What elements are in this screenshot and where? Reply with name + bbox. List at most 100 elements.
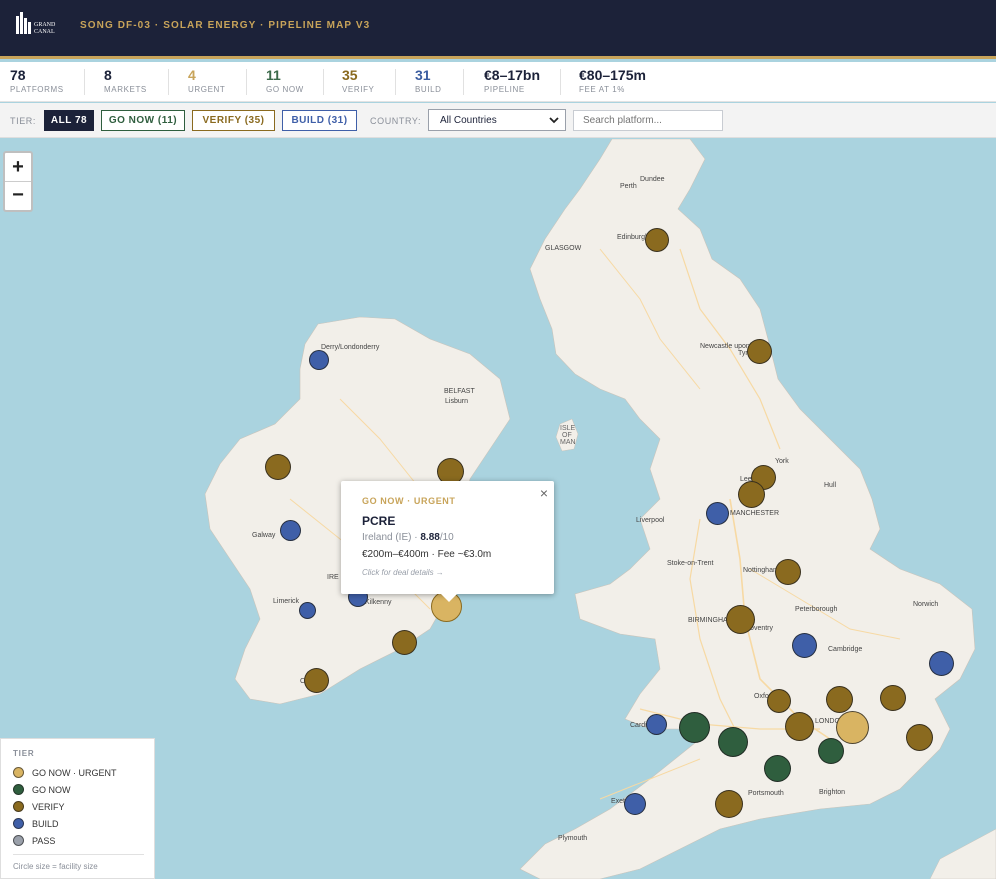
- legend-item-verify: VERIFY: [13, 800, 65, 813]
- platform-marker-build[interactable]: [624, 793, 646, 815]
- filter-go-now-button[interactable]: GO NOW (11): [101, 110, 185, 131]
- stat-value: 4: [188, 67, 196, 83]
- platform-marker-build[interactable]: [792, 633, 817, 658]
- legend-divider: [13, 854, 144, 855]
- platform-marker-build[interactable]: [299, 602, 316, 619]
- popup-platform-name: PCRE: [362, 514, 396, 528]
- legend-dot: [13, 767, 24, 778]
- platform-marker-go-now[interactable]: [818, 738, 844, 764]
- platform-marker-verify[interactable]: [880, 685, 906, 711]
- stat-divider: [463, 69, 464, 95]
- city-label: Brighton: [819, 789, 846, 796]
- legend-dot: [13, 818, 24, 829]
- stat-label: FEE AT 1%: [579, 85, 626, 94]
- platform-marker-build[interactable]: [706, 502, 729, 525]
- city-label: GLASGOW: [545, 245, 582, 252]
- city-label: Nottingham: [743, 567, 779, 574]
- legend-dot: [13, 784, 24, 795]
- legend-label: PASS: [32, 835, 56, 846]
- city-label: Portsmouth: [748, 790, 784, 797]
- stat-platforms: 78 PLATFORMS: [10, 68, 64, 98]
- platform-marker-build[interactable]: [309, 350, 329, 370]
- platform-marker-verify[interactable]: [738, 481, 765, 508]
- legend-label: GO NOW: [32, 784, 71, 795]
- popup-tier: GO NOW · URGENT: [362, 496, 456, 506]
- city-label: OF: [562, 432, 572, 439]
- chevron-down-icon: [548, 113, 560, 127]
- popup-tip: [439, 592, 459, 602]
- platform-marker-build[interactable]: [280, 520, 301, 541]
- city-label: Lisburn: [445, 398, 468, 405]
- stat-value: 78: [10, 67, 26, 83]
- city-label: Kilkenny: [365, 599, 392, 606]
- city-label: Derry/Londonderry: [321, 344, 380, 351]
- platform-marker-verify[interactable]: [747, 339, 772, 364]
- platform-marker-verify[interactable]: [785, 712, 814, 741]
- stat-build: 31 BUILD: [415, 68, 442, 98]
- platform-marker-verify[interactable]: [715, 790, 743, 818]
- platform-marker-verify[interactable]: [265, 454, 291, 480]
- stat-label: MARKETS: [104, 85, 147, 94]
- svg-text:CANAL: CANAL: [34, 29, 55, 35]
- city-label: Peterborough: [795, 606, 838, 613]
- platform-marker-go-now[interactable]: [718, 727, 748, 757]
- country-filter-label: COUNTRY:: [370, 116, 422, 126]
- platform-marker-build[interactable]: [646, 714, 667, 735]
- page-title: SONG DF-03 · SOLAR ENERGY · PIPELINE MAP…: [80, 20, 371, 31]
- city-label: MANCHESTER: [730, 510, 780, 517]
- city-label: Liverpool: [636, 517, 665, 524]
- legend-title: TIER: [13, 749, 35, 758]
- platform-marker-go-now[interactable]: [679, 712, 710, 743]
- filter-build-button[interactable]: BUILD (31): [282, 110, 357, 131]
- stat-divider: [84, 69, 85, 95]
- platform-marker-verify[interactable]: [767, 689, 791, 713]
- platform-marker-verify[interactable]: [906, 724, 933, 751]
- map-canvas[interactable]: Dundee Perth Edinburgh GLASGOW Derry/Lon…: [0, 139, 996, 879]
- popup-location: Ireland (IE) · 8.88/10: [362, 532, 454, 543]
- legend-item-go-now: GO NOW: [13, 783, 71, 796]
- popup-score: 8.88: [420, 532, 440, 543]
- platform-marker-verify[interactable]: [645, 228, 669, 252]
- stat-label: BUILD: [415, 85, 442, 94]
- city-label: Perth: [620, 183, 637, 190]
- platform-marker-verify[interactable]: [826, 686, 853, 713]
- search-platform-input[interactable]: [573, 110, 723, 131]
- legend-label: VERIFY: [32, 801, 65, 812]
- legend-dot: [13, 801, 24, 812]
- platform-marker-build[interactable]: [929, 651, 954, 676]
- stat-pipeline: €8–17bn PIPELINE: [484, 68, 540, 98]
- filter-all-button[interactable]: ALL 78: [44, 110, 94, 131]
- stat-urgent: 4 URGENT: [188, 68, 225, 98]
- legend-item-build: BUILD: [13, 817, 59, 830]
- city-label: Dundee: [640, 176, 665, 183]
- country-select[interactable]: All Countries: [428, 109, 566, 131]
- stat-value: €80–175m: [579, 67, 646, 83]
- platform-marker-go-now[interactable]: [764, 755, 791, 782]
- city-label: MAN: [560, 439, 576, 446]
- city-label: Galway: [252, 532, 276, 539]
- platform-marker-verify[interactable]: [726, 605, 755, 634]
- city-label: Newcastle upon: [700, 343, 750, 350]
- platform-popup[interactable]: × GO NOW · URGENT PCRE Ireland (IE) · 8.…: [341, 481, 554, 594]
- city-label: Hull: [824, 482, 837, 489]
- city-label: Stoke-on-Trent: [667, 560, 714, 567]
- zoom-out-button[interactable]: −: [5, 181, 31, 209]
- platform-marker-urgent[interactable]: [836, 711, 869, 744]
- platform-marker-verify[interactable]: [304, 668, 329, 693]
- zoom-in-button[interactable]: +: [5, 153, 31, 181]
- stat-fee: €80–175m FEE AT 1%: [579, 68, 646, 98]
- popup-value: €200m–€400m · Fee ~€3.0m: [362, 549, 492, 560]
- legend-item-pass: PASS: [13, 834, 55, 847]
- platform-marker-verify[interactable]: [775, 559, 801, 585]
- legend-label: BUILD: [32, 818, 59, 829]
- stat-label: URGENT: [188, 85, 226, 94]
- city-label: BELFAST: [444, 388, 475, 395]
- platform-marker-verify[interactable]: [392, 630, 417, 655]
- legend-label: GO NOW · URGENT: [32, 767, 117, 778]
- popup-details-link[interactable]: Click for deal details →: [362, 568, 444, 577]
- stat-label: GO NOW: [266, 85, 304, 94]
- close-icon[interactable]: ×: [540, 485, 548, 501]
- stat-value: 11: [266, 67, 281, 83]
- stat-divider: [323, 69, 324, 95]
- filter-verify-button[interactable]: VERIFY (35): [192, 110, 275, 131]
